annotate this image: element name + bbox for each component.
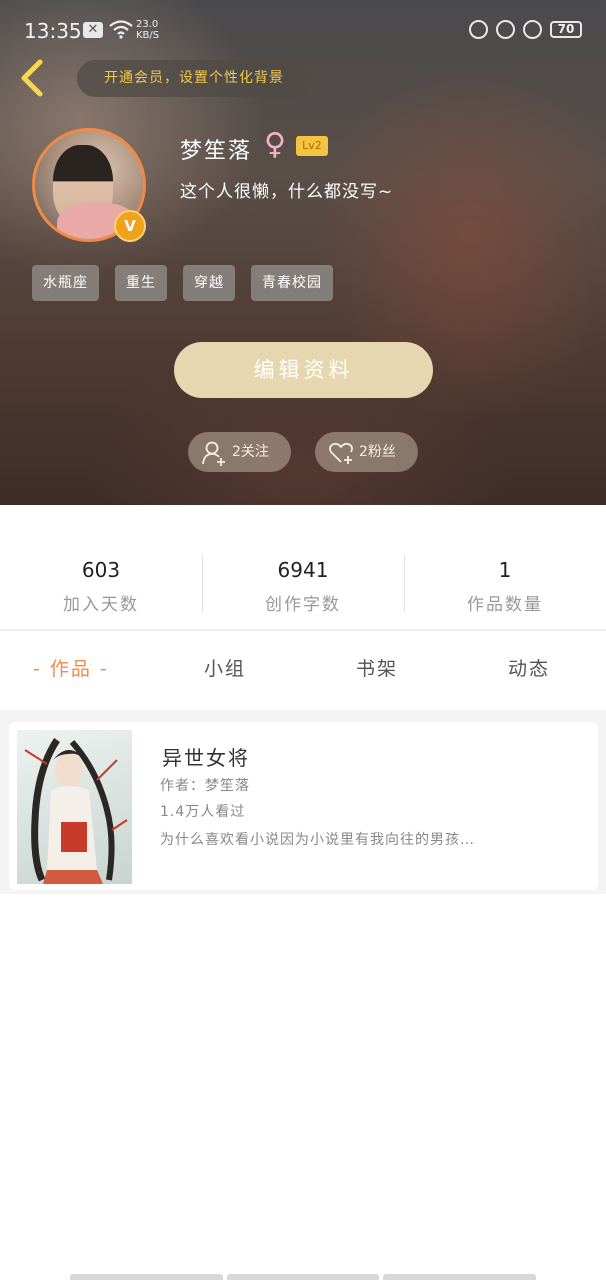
tag-item: 穿越: [183, 265, 235, 301]
tab-works[interactable]: - 作品 -: [33, 654, 109, 681]
book-description: 为什么喜欢看小说因为小说里有我向往的男孩…: [160, 832, 475, 848]
tag-item: 重生: [115, 265, 167, 301]
gesture-bar-segment: [70, 1274, 223, 1280]
tag-list: 水瓶座 重生 穿越 青春校园: [32, 265, 333, 301]
network-speed: 23.0 KB/S: [136, 19, 159, 41]
divider: [0, 629, 606, 631]
tag-item: 水瓶座: [32, 265, 99, 301]
following-count: 2关注: [232, 444, 269, 460]
stat-label: 加入天数: [63, 595, 139, 615]
stat-word-count: 6941 创作字数: [202, 540, 404, 624]
notification-icon: ✕: [83, 22, 103, 38]
tab-bar: - 作品 - 小组 书架 动态: [0, 640, 606, 700]
book-author: 作者：梦笙落: [160, 778, 250, 794]
book-cover[interactable]: [17, 730, 132, 884]
gesture-bar-segment: [226, 1274, 380, 1280]
wifi-icon: [109, 20, 133, 39]
followers-count: 2粉丝: [359, 444, 396, 460]
vip-background-button[interactable]: 开通会员，设置个性化背景: [77, 60, 311, 97]
battery-icon: 70: [550, 21, 582, 38]
heart-plus-icon: [329, 442, 353, 464]
user-bio: 这个人很懒，什么都没写~: [180, 182, 394, 202]
profile-header: 13:35 ✕ 23.0 KB/S 70 开通会员，设置个性化背景 V 梦笙落 …: [0, 0, 606, 505]
followers-button[interactable]: 2粉丝: [315, 432, 418, 472]
tab-activity[interactable]: 动态: [508, 654, 550, 681]
gesture-bar-segment: [383, 1274, 537, 1280]
stat-label: 创作字数: [265, 595, 341, 615]
level-badge: Lv2: [296, 136, 328, 156]
stat-join-days: 603 加入天数: [0, 540, 202, 624]
tag-item: 青春校园: [251, 265, 333, 301]
book-title: 异世女将: [162, 746, 250, 770]
back-icon[interactable]: [14, 56, 54, 100]
add-user-icon: [202, 441, 225, 466]
following-button[interactable]: 2关注: [188, 432, 291, 472]
book-card[interactable]: 异世女将 作者：梦笙落 1.4万人看过 为什么喜欢看小说因为小说里有我向往的男孩…: [9, 722, 598, 890]
lock-icon: [496, 20, 515, 39]
user-name: 梦笙落: [180, 139, 253, 164]
stat-works-count: 1 作品数量: [404, 540, 606, 624]
book-reads: 1.4万人看过: [160, 804, 246, 820]
tab-bookshelf[interactable]: 书架: [356, 654, 398, 681]
book-cover-art: [24, 738, 128, 884]
stat-value: 603: [81, 558, 121, 582]
stats-row: 603 加入天数 6941 创作字数 1 作品数量: [0, 540, 606, 624]
vip-badge: V: [114, 210, 146, 242]
status-icons: 70: [469, 20, 582, 39]
status-time: 13:35: [24, 19, 82, 43]
stat-label: 作品数量: [467, 595, 543, 615]
status-bar: 13:35 ✕ 23.0 KB/S 70: [0, 0, 606, 62]
tab-groups[interactable]: 小组: [204, 654, 246, 681]
network-speed-value: 23.0: [136, 19, 159, 30]
female-icon: ♀: [264, 127, 286, 162]
data-saver-icon: [469, 20, 488, 39]
edit-profile-button[interactable]: 编辑资料: [174, 342, 433, 398]
stat-value: 6941: [277, 558, 329, 582]
gesture-bar: [70, 1274, 537, 1280]
network-speed-unit: KB/S: [136, 30, 160, 41]
stat-value: 1: [498, 558, 512, 582]
alarm-icon: [523, 20, 542, 39]
